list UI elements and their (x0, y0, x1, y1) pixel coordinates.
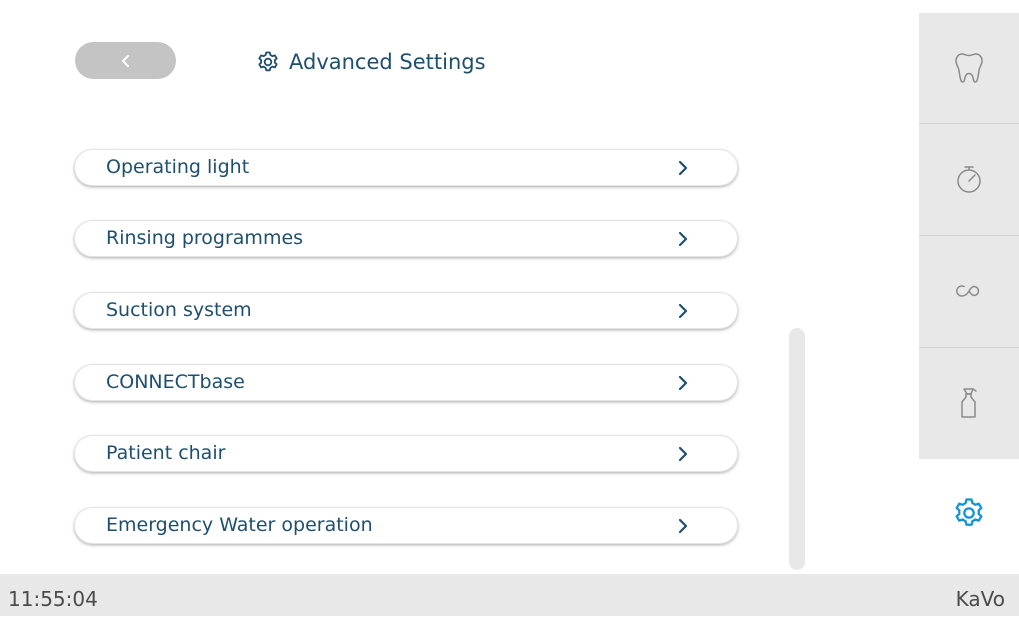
brand-label: KaVo (955, 587, 1005, 611)
side-tab-timer[interactable] (919, 124, 1019, 234)
side-tab-settings[interactable] (919, 459, 1019, 571)
settings-item-suction-system[interactable]: Suction system (74, 292, 738, 329)
chevron-right-icon (676, 303, 690, 319)
side-tab-treatment[interactable] (919, 13, 1019, 123)
spray-bottle-icon (957, 386, 981, 420)
scrollbar[interactable] (789, 328, 805, 570)
tooth-icon (954, 51, 984, 85)
side-tab-hygiene[interactable] (919, 348, 1019, 458)
side-nav (919, 13, 1019, 459)
status-time: 11:55:04 (8, 587, 98, 611)
chevron-right-icon (676, 160, 690, 176)
infinity-icon (952, 281, 986, 301)
gear-icon (256, 50, 280, 74)
chevron-right-icon (676, 518, 690, 534)
settings-item-connectbase[interactable]: CONNECTbase (74, 364, 738, 401)
side-tab-infinity[interactable] (919, 236, 1019, 346)
settings-item-label: Emergency Water operation (106, 514, 373, 536)
settings-item-label: Suction system (106, 299, 252, 321)
settings-item-emergency-water-operation[interactable]: Emergency Water operation (74, 507, 738, 544)
timer-icon (954, 162, 984, 196)
settings-item-label: Patient chair (106, 442, 226, 464)
chevron-right-icon (676, 446, 690, 462)
page-title: Advanced Settings (256, 44, 486, 80)
settings-item-label: Operating light (106, 156, 250, 178)
back-button[interactable] (75, 42, 176, 79)
settings-item-label: CONNECTbase (106, 371, 245, 393)
settings-item-patient-chair[interactable]: Patient chair (74, 435, 738, 472)
chevron-right-icon (676, 375, 690, 391)
chevron-right-icon (676, 231, 690, 247)
page-title-text: Advanced Settings (289, 50, 486, 74)
chevron-left-icon (120, 54, 132, 68)
gear-icon (952, 496, 986, 534)
settings-item-operating-light[interactable]: Operating light (74, 149, 738, 186)
status-bar: 11:55:04 KaVo (0, 574, 1019, 616)
settings-item-label: Rinsing programmes (106, 227, 304, 249)
settings-item-rinsing-programmes[interactable]: Rinsing programmes (74, 220, 738, 257)
